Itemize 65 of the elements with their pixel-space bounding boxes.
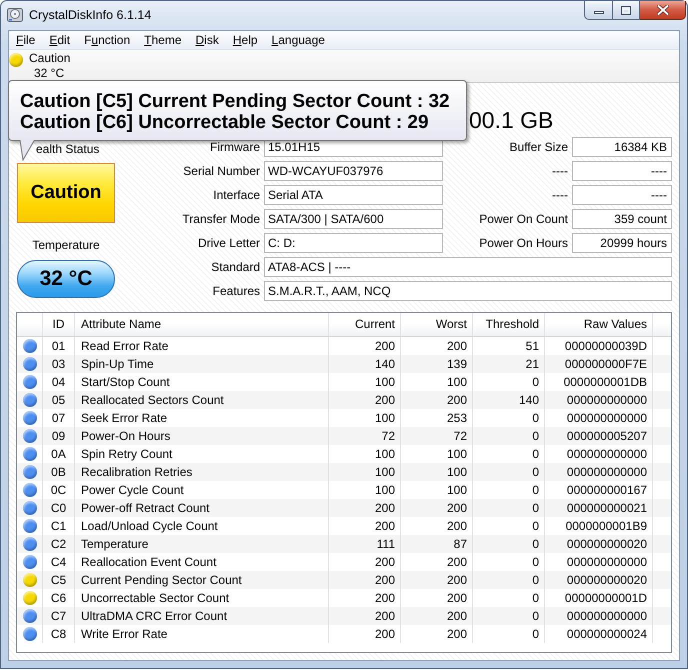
maximize-icon: [621, 6, 631, 14]
info-field: C: D:: [264, 233, 443, 253]
temperature-label: Temperature: [31, 237, 101, 253]
field-label: Buffer Size: [508, 139, 568, 156]
table-row[interactable]: 09 Power-On Hours 72 72 0 000000005207: [17, 427, 671, 445]
table-cell: 200: [329, 625, 401, 643]
field-label: Serial Number: [182, 163, 260, 180]
info-field: S.M.A.R.T., AAM, NCQ: [264, 281, 672, 301]
field-label: Features: [212, 283, 260, 300]
column-header[interactable]: Raw Values: [545, 313, 653, 336]
menu-item[interactable]: Help: [226, 31, 265, 49]
drive-title: 00.1 GB: [469, 109, 554, 132]
health-status-label: ealth Status: [36, 141, 100, 157]
close-icon: [656, 5, 668, 15]
menu-item[interactable]: Disk: [188, 31, 226, 49]
field-label: Power On Hours: [478, 235, 568, 252]
menu-item[interactable]: Edit: [42, 31, 78, 49]
field-label: ----: [551, 163, 568, 180]
tooltip-text: Caution [C5] Current Pending Sector Count : 32: [20, 91, 451, 112]
tooltip-text: Caution [C6] Uncorrectable Sector Count : 29: [20, 112, 430, 133]
menu-item[interactable]: File: [9, 31, 42, 49]
table-cell: 000000000024: [545, 625, 653, 643]
window-title: CrystalDiskInfo 6.1.14: [29, 7, 152, 24]
column-header[interactable]: Worst: [401, 313, 473, 336]
field-label: Transfer Mode: [181, 211, 260, 228]
table-cell: 0: [473, 625, 545, 643]
menu-item[interactable]: Theme: [137, 31, 188, 49]
minimize-icon: [594, 11, 604, 14]
table-cell: 200: [401, 625, 473, 643]
info-field: 359 count: [572, 209, 672, 229]
column-header[interactable]: Current: [329, 313, 401, 336]
table-cell: C8: [43, 625, 75, 643]
info-field: ----: [572, 161, 672, 181]
health-status-button[interactable]: Caution: [17, 163, 115, 223]
table-row[interactable]: 03 Spin-Up Time 140 139 21 000000000F7E: [17, 355, 671, 373]
info-field: 20999 hours: [572, 233, 672, 253]
table-row[interactable]: C0 Power-off Retract Count 200 200 0 000000000021: [17, 499, 671, 517]
table-row[interactable]: C7 UltraDMA CRC Error Count 200 200 0 000000000000: [17, 607, 671, 625]
field-label: Standard: [210, 259, 260, 276]
hard-drive-icon: [7, 7, 23, 23]
column-header[interactable]: ID: [43, 313, 75, 336]
maximize-button[interactable]: [613, 1, 640, 20]
menu-item[interactable]: Function: [77, 31, 138, 49]
info-field: Serial ATA: [264, 185, 443, 205]
info-field: ATA8-ACS | ----: [264, 257, 672, 277]
column-header[interactable]: Threshold: [473, 313, 545, 336]
info-field: WD-WCAYUF037976: [264, 161, 443, 181]
table-row[interactable]: C2 Temperature 111 87 0 000000000020: [17, 535, 671, 553]
menu-item[interactable]: Language: [264, 31, 332, 49]
field-label: Drive Letter: [196, 235, 260, 252]
temperature-button[interactable]: 32 °C: [17, 260, 115, 298]
field-label: Power On Count: [478, 211, 568, 228]
close-button[interactable]: [640, 1, 686, 20]
minimize-button[interactable]: [584, 1, 613, 20]
info-field: ----: [572, 185, 672, 205]
info-field: SATA/300 | SATA/600: [264, 209, 443, 229]
field-label: Firmware: [209, 139, 260, 156]
table-cell: Write Error Rate: [75, 625, 329, 643]
table-row[interactable]: 05 Reallocated Sectors Count 200 200 140 000000000000: [17, 391, 671, 409]
column-header[interactable]: Attribute Name: [75, 313, 329, 336]
table-row[interactable]: 0B Recalibration Retries 100 100 0 000000000000: [17, 463, 671, 481]
info-field: 16384 KB: [572, 137, 672, 157]
table-row[interactable]: C5 Current Pending Sector Count 200 200 0 000000000020: [17, 571, 671, 589]
field-label: Interface: [212, 187, 260, 204]
field-label: ----: [551, 187, 568, 204]
